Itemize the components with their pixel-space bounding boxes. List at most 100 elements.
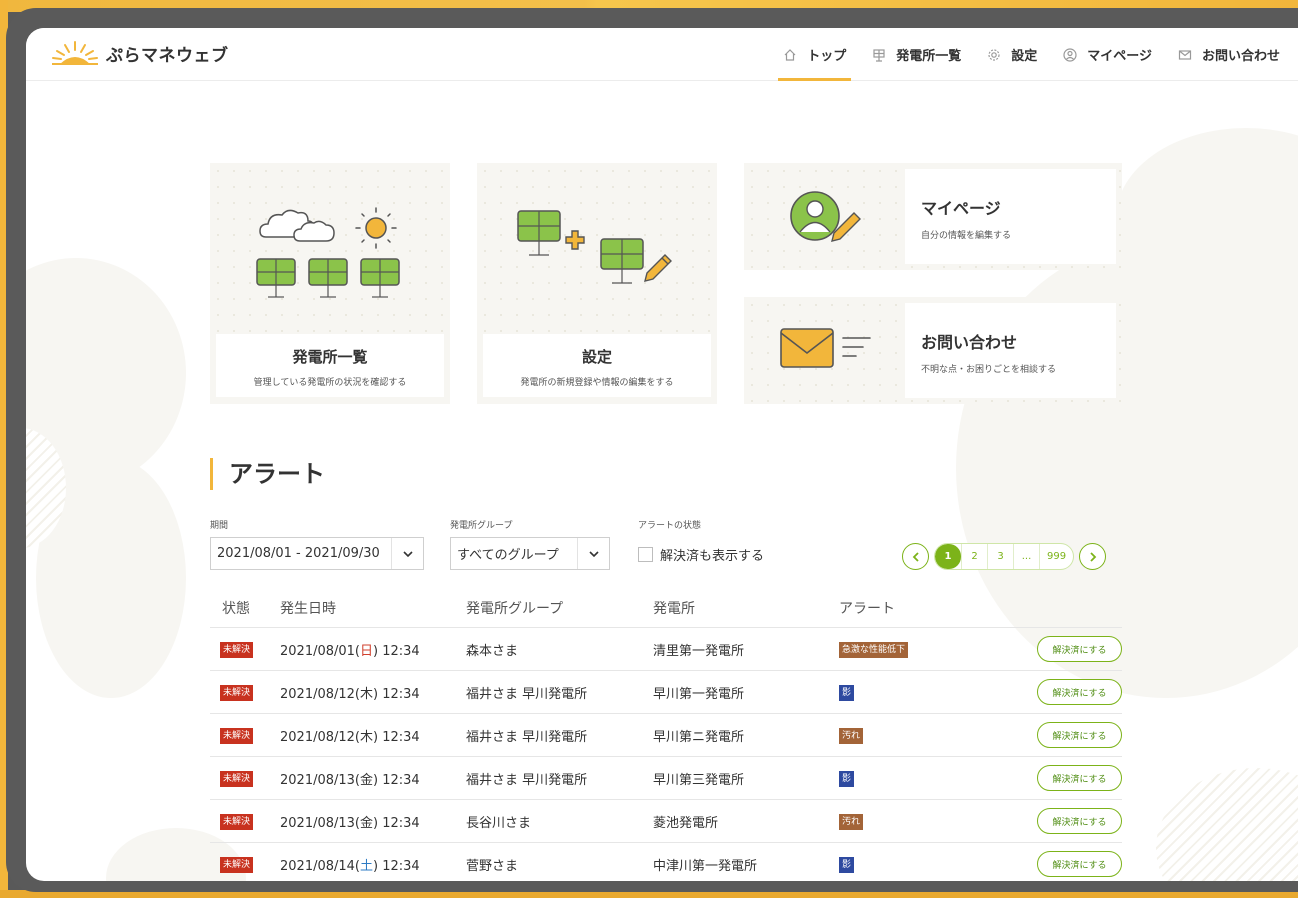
gear-icon xyxy=(987,48,1001,62)
resolve-button[interactable]: 解決済にする xyxy=(1037,808,1122,834)
nav-settings[interactable]: 設定 xyxy=(974,28,1050,81)
prev-page-button[interactable] xyxy=(902,543,929,570)
contact-card-label: お問い合わせ 不明な点・お困りごとを相談する xyxy=(905,303,1116,398)
period-select[interactable]: 2021/08/01 - 2021/09/30 xyxy=(210,537,424,570)
alert-tag: 影 xyxy=(839,770,855,787)
resolve-button[interactable]: 解決済にする xyxy=(1037,722,1122,748)
alert-tag: 影 xyxy=(839,856,855,873)
alert-tag: 急激な性能低下 xyxy=(839,641,909,658)
plant-name: 中津川第一発電所 xyxy=(653,858,758,874)
resolve-button[interactable]: 解決済にする xyxy=(1037,851,1122,877)
nav-mypage-label: マイページ xyxy=(1087,49,1152,64)
home-icon xyxy=(783,48,797,62)
status-badge: 未解決 xyxy=(220,641,254,658)
alert-datetime: 2021/08/13(金) 12:34 xyxy=(280,815,420,831)
nav-contact[interactable]: お問い合わせ xyxy=(1165,28,1298,81)
alerts-title: アラート xyxy=(210,458,325,490)
nav-top-label: トップ xyxy=(807,49,847,64)
chevron-down-icon xyxy=(577,538,609,569)
resolve-button[interactable]: 解決済にする xyxy=(1037,636,1122,662)
plant-name: 菱池発電所 xyxy=(653,815,719,831)
plants-card-label: 発電所一覧 管理している発電所の状況を確認する xyxy=(216,334,444,397)
group-value: すべてのグループ xyxy=(457,548,559,563)
col-datetime: 発生日時 xyxy=(280,600,336,617)
page-button-1[interactable]: 1 xyxy=(935,544,961,569)
logo[interactable]: ぷらマネウェブ xyxy=(50,38,229,68)
page: ぷらマネウェブ トップ 発電所一覧 設定 マイページ お問い合わせ 発電所一覧 … xyxy=(26,28,1298,881)
col-alert: アラート xyxy=(839,600,895,617)
mypage-card-subtitle: 自分の情報を編集する xyxy=(921,231,1012,241)
table-body: 未解決 2021/08/01(日) 12:34 森本さま 清里第一発電所 急激な… xyxy=(210,628,1122,881)
plant-name: 清里第一発電所 xyxy=(653,643,745,659)
alert-datetime: 2021/08/12(木) 12:34 xyxy=(280,686,420,702)
col-plant: 発電所 xyxy=(653,600,695,617)
settings-card-label: 設定 発電所の新規登録や情報の編集をする xyxy=(483,334,711,397)
alert-datetime: 2021/08/14(土) 12:34 xyxy=(280,858,420,874)
plant-group: 菅野さま xyxy=(466,858,519,874)
nav-plants-label: 発電所一覧 xyxy=(896,49,962,64)
status-badge: 未解決 xyxy=(220,813,254,830)
status-badge: 未解決 xyxy=(220,770,254,787)
alert-datetime: 2021/08/13(金) 12:34 xyxy=(280,772,420,788)
bg-hatch xyxy=(1156,768,1298,881)
plant-group: 福井さま 早川発電所 xyxy=(466,729,588,745)
table-row: 未解決 2021/08/12(木) 12:34 福井さま 早川発電所 早川第ニ発… xyxy=(210,714,1122,757)
page-button-last[interactable]: 999 xyxy=(1039,544,1073,569)
header: ぷらマネウェブ トップ 発電所一覧 設定 マイページ お問い合わせ xyxy=(26,28,1298,81)
app-name: ぷらマネウェブ xyxy=(106,45,229,66)
plant-group: 森本さま xyxy=(466,643,519,659)
table-row: 未解決 2021/08/13(金) 12:34 福井さま 早川発電所 早川第三発… xyxy=(210,757,1122,800)
add-edit-panel-illustration xyxy=(517,210,672,284)
profile-edit-icon xyxy=(790,191,861,242)
chevron-left-icon xyxy=(912,551,919,562)
period-value: 2021/08/01 - 2021/09/30 xyxy=(217,546,380,561)
page-button-2[interactable]: 2 xyxy=(961,544,987,569)
contact-card[interactable]: お問い合わせ 不明な点・お困りごとを相談する xyxy=(744,297,1122,404)
mypage-card-title: マイページ xyxy=(921,199,1001,218)
resolve-button[interactable]: 解決済にする xyxy=(1037,765,1122,791)
mail-icon xyxy=(1178,48,1192,62)
page-ellipsis: ... xyxy=(1013,544,1039,569)
table-row: 未解決 2021/08/12(木) 12:34 福井さま 早川発電所 早川第一発… xyxy=(210,671,1122,714)
alert-datetime: 2021/08/12(木) 12:34 xyxy=(280,729,420,745)
contact-card-subtitle: 不明な点・お困りごとを相談する xyxy=(921,365,1057,375)
settings-card-subtitle: 発電所の新規登録や情報の編集をする xyxy=(520,378,674,388)
solar-panel-icon xyxy=(872,48,886,62)
col-status: 状態 xyxy=(222,600,250,617)
plant-name: 早川第ニ発電所 xyxy=(653,729,745,745)
show-resolved-checkbox[interactable] xyxy=(638,547,653,562)
plants-card[interactable]: 発電所一覧 管理している発電所の状況を確認する xyxy=(210,163,450,404)
table-row: 未解決 2021/08/01(日) 12:34 森本さま 清里第一発電所 急激な… xyxy=(210,628,1122,671)
nav-mypage[interactable]: マイページ xyxy=(1050,28,1165,81)
mypage-card[interactable]: マイページ 自分の情報を編集する xyxy=(744,163,1122,270)
show-resolved-toggle[interactable]: 解決済も表示する xyxy=(638,545,764,564)
alerts-table: 状態 発生日時 発電所グループ 発電所 アラート 未解決 2021/08/01(… xyxy=(210,588,1122,881)
alert-datetime: 2021/08/01(日) 12:34 xyxy=(280,643,420,659)
status-label: アラートの状態 xyxy=(638,521,702,531)
resolve-button[interactable]: 解決済にする xyxy=(1037,679,1122,705)
settings-card[interactable]: 設定 発電所の新規登録や情報の編集をする xyxy=(477,163,717,404)
plant-group: 福井さま 早川発電所 xyxy=(466,772,588,788)
status-badge: 未解決 xyxy=(220,727,254,744)
table-row: 未解決 2021/08/14(土) 12:34 菅野さま 中津川第一発電所 影 … xyxy=(210,843,1122,881)
group-select[interactable]: すべてのグループ xyxy=(450,537,610,570)
nav-plants[interactable]: 発電所一覧 xyxy=(859,28,974,81)
page-buttons: 1 2 3 ... 999 xyxy=(934,543,1075,570)
nav-contact-label: お問い合わせ xyxy=(1201,49,1280,64)
chevron-down-icon xyxy=(391,538,423,569)
alert-tag: 汚れ xyxy=(839,727,864,744)
nav-top[interactable]: トップ xyxy=(770,28,859,81)
plants-card-title: 発電所一覧 xyxy=(292,348,368,366)
plants-card-subtitle: 管理している発電所の状況を確認する xyxy=(253,378,407,388)
chevron-right-icon xyxy=(1089,551,1096,562)
pagination: 1 2 3 ... 999 xyxy=(902,543,1107,570)
period-label: 期間 xyxy=(210,521,229,531)
envelope-icon xyxy=(780,328,871,368)
alert-tag: 汚れ xyxy=(839,813,864,830)
main-nav: トップ 発電所一覧 設定 マイページ お問い合わせ xyxy=(770,28,1298,81)
next-page-button[interactable] xyxy=(1079,543,1107,570)
solar-weather-illustration xyxy=(256,207,400,298)
table-row: 未解決 2021/08/13(金) 12:34 長谷川さま 菱池発電所 汚れ 解… xyxy=(210,800,1122,843)
page-button-3[interactable]: 3 xyxy=(987,544,1013,569)
mypage-card-label: マイページ 自分の情報を編集する xyxy=(905,169,1116,264)
